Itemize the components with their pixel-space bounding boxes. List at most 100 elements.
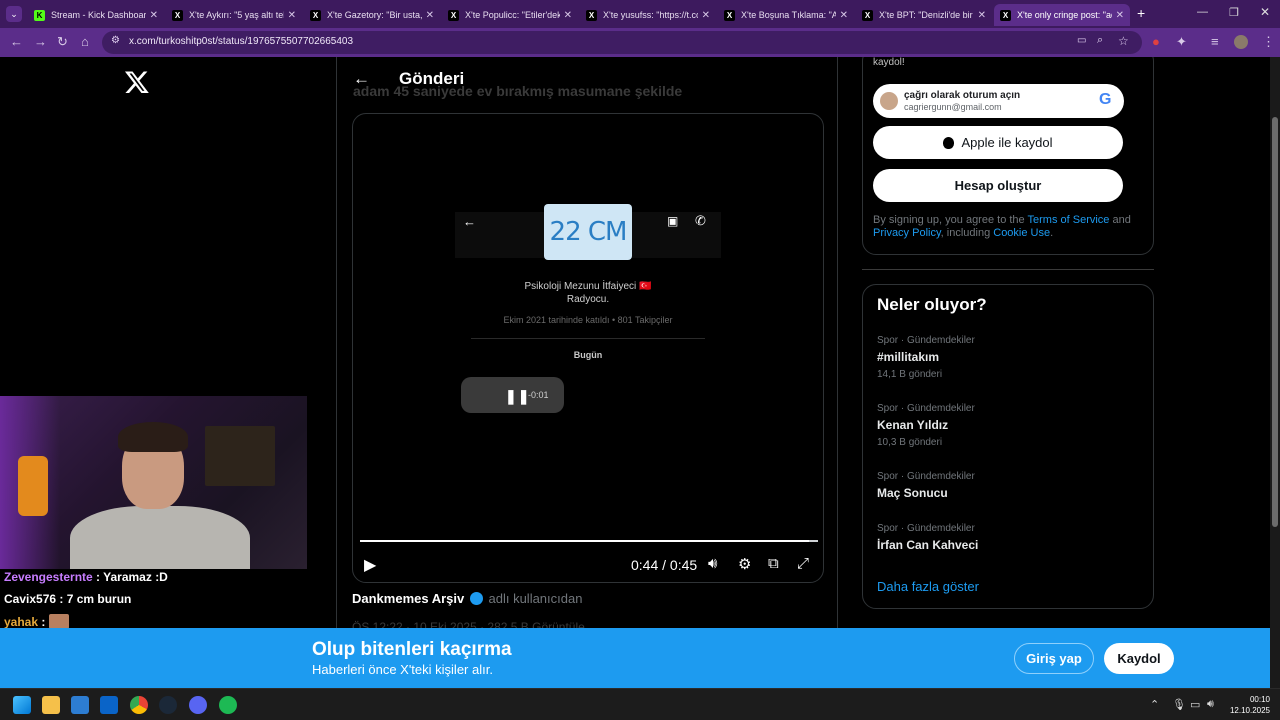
show-more-link[interactable]: Daha fazla göster [877, 579, 979, 594]
chrome-icon[interactable] [130, 696, 148, 714]
trend-item[interactable]: Spor · Gündemdekiler #millitakım 14,1 B … [877, 335, 1137, 380]
post-header: ← Gönderi [337, 57, 837, 101]
trend-item[interactable]: Spor · Gündemdekiler Maç Sonucu [877, 471, 1137, 500]
browser-tab[interactable]: X X'te only cringe post: "adı ✕ [994, 4, 1130, 26]
browser-tab[interactable]: X X'te Boşuna Tıklama: "App ✕ [718, 4, 854, 26]
maximize-button[interactable]: ❐ [1229, 6, 1239, 19]
frame-video-icon: ▣ [667, 214, 679, 228]
install-app-icon[interactable]: ▭ [1077, 35, 1086, 46]
profile-avatar[interactable] [1234, 35, 1248, 49]
site-info-icon[interactable]: ⚙ [111, 35, 120, 46]
browser-tab[interactable]: K Stream - Kick Dashboard ✕ [28, 4, 164, 26]
login-button[interactable]: Giriş yap [1014, 643, 1094, 674]
browser-tab[interactable]: X X'te BPT: "Denizli'de bir v ✕ [856, 4, 992, 26]
tab-search-dropdown[interactable]: ⌄ [6, 6, 22, 22]
post-column: adam 45 saniyede ev bırakmış masumane şe… [336, 57, 838, 688]
discord-icon[interactable] [189, 696, 207, 714]
zoom-icon[interactable]: ⌕ [1097, 34, 1103, 47]
tab-title: Stream - Kick Dashboard [51, 10, 146, 20]
chat-text: : 7 cm burun [56, 592, 132, 606]
url-text[interactable]: x.com/turkoshitp0st/status/1976575507702… [129, 36, 353, 47]
network-icon[interactable]: ▭ [1190, 698, 1200, 711]
outlook-icon[interactable] [100, 696, 118, 714]
chat-message: Cavix576 : 7 cm burun [4, 592, 131, 606]
trend-category: Spor · Gündemdekiler [877, 403, 975, 414]
signup-button[interactable]: Kaydol [1104, 643, 1174, 674]
tab-title: X'te BPT: "Denizli'de bir v [879, 10, 974, 20]
tab-close-icon[interactable]: ✕ [288, 10, 296, 21]
trend-item[interactable]: Spor · Gündemdekiler Kenan Yıldız 10,3 B… [877, 403, 1137, 448]
back-arrow-icon[interactable]: ← [353, 69, 370, 89]
video-player[interactable]: ← ▣ ✆ 22 CM Psikoloji Mezunu İtfaiyeci 🇹… [352, 113, 824, 583]
terms-mid1: and [1109, 214, 1131, 226]
play-icon[interactable]: ▶ [364, 555, 376, 575]
browser-tab[interactable]: X X'te Gazetory: "Bir usta, k ✕ [304, 4, 440, 26]
browser-tab[interactable]: X X'te yusufss: "https://t.co/ ✕ [580, 4, 716, 26]
tab-favicon-icon: X [448, 9, 459, 21]
cookie-use-link[interactable]: Cookie Use [993, 227, 1050, 239]
terms-of-service-link[interactable]: Terms of Service [1028, 214, 1110, 226]
tab-close-icon[interactable]: ✕ [702, 10, 710, 21]
spotify-icon[interactable] [219, 696, 237, 714]
fullscreen-icon[interactable]: ⤢ [797, 555, 809, 572]
extension-icon[interactable]: ● [1152, 34, 1160, 49]
extensions-puzzle-icon[interactable]: ✦ [1176, 34, 1187, 50]
home-icon[interactable]: ⌂ [81, 34, 89, 49]
frame-phone-icon: ✆ [695, 213, 706, 228]
privacy-policy-link[interactable]: Privacy Policy [873, 227, 941, 239]
bookmark-star-icon[interactable]: ☆ [1118, 34, 1129, 48]
steam-icon[interactable] [159, 696, 177, 714]
pip-icon[interactable]: ⧉ [768, 555, 779, 572]
trend-name: #millitakım [877, 350, 940, 364]
scrollbar-thumb[interactable] [1272, 117, 1278, 527]
taskbar-clock[interactable]: 00:10 12.10.2025 [1226, 694, 1270, 716]
page-scrollbar[interactable] [1270, 57, 1280, 688]
tab-close-icon[interactable]: ✕ [150, 10, 158, 21]
browser-tab[interactable]: X X'te Populicc: "Etiler'deki I ✕ [442, 4, 578, 26]
tab-close-icon[interactable]: ✕ [978, 10, 986, 21]
speaker-icon[interactable]: 🔊︎ [1207, 698, 1214, 711]
store-icon[interactable] [71, 696, 89, 714]
browser-tab[interactable]: X X'te Aykırı: "5 yaş altı tekv ✕ [166, 4, 302, 26]
trend-item[interactable]: Spor · Gündemdekiler İrfan Can Kahveci [877, 523, 1137, 552]
banner-subtitle: Haberleri önce X'teki kişiler alır. [312, 662, 493, 677]
x-logo-icon[interactable] [124, 69, 150, 95]
tray-overflow-icon[interactable]: ⌃ [1150, 698, 1159, 711]
browser-menu-icon[interactable]: ⋮ [1262, 34, 1275, 50]
windows-start-icon[interactable] [13, 696, 31, 714]
windows-taskbar: ⌃ 🎙︎ ▭ 🔊︎ 00:10 12.10.2025 [0, 688, 1280, 720]
video-time: 0:44 / 0:45 [631, 557, 698, 573]
back-icon[interactable]: ← [10, 34, 23, 49]
trend-category: Spor · Gündemdekiler [877, 523, 975, 534]
trend-posts: 14,1 B gönderi [877, 369, 943, 380]
create-account-button[interactable]: Hesap oluştur [873, 169, 1123, 202]
tab-close-icon[interactable]: ✕ [1116, 10, 1124, 21]
reload-icon[interactable]: ↻ [57, 34, 68, 50]
author-name[interactable]: Dankmemes Arşiv [352, 591, 464, 606]
tab-title: X'te Aykırı: "5 yaş altı tekv [189, 10, 284, 20]
terms-pre: By signing up, you agree to the [873, 214, 1028, 226]
divider [471, 338, 705, 339]
volume-icon[interactable]: 🔊︎ [708, 555, 717, 572]
file-explorer-icon[interactable] [42, 696, 60, 714]
chat-message: Zevengesternte : Yaramaz :D [4, 570, 168, 584]
apple-signup-button[interactable]: Apple ile kaydol [873, 126, 1123, 159]
create-account-label: Hesap oluştur [954, 178, 1042, 193]
tab-close-icon[interactable]: ✕ [564, 10, 572, 21]
trend-posts: 10,3 B gönderi [877, 437, 943, 448]
video-progress-bar[interactable] [360, 540, 818, 542]
author-suffix: adlı kullanıcıdan [488, 591, 583, 606]
address-bar[interactable]: ⚙ x.com/turkoshitp0st/status/19765755077… [102, 31, 1142, 54]
clock-time: 00:10 [1249, 695, 1270, 704]
tab-close-icon[interactable]: ✕ [840, 10, 848, 21]
tab-close-icon[interactable]: ✕ [426, 10, 434, 21]
close-window-button[interactable]: ✕ [1260, 5, 1270, 19]
new-tab-button[interactable]: + [1137, 5, 1145, 21]
minimize-button[interactable]: — [1197, 6, 1208, 18]
microphone-icon[interactable]: 🎙︎ [1172, 698, 1186, 711]
reading-list-icon[interactable]: ≡ [1211, 34, 1219, 49]
tab-favicon-icon: K [34, 9, 45, 21]
google-signin-button[interactable]: çağrı olarak oturum açın cagriergunn@gma… [873, 84, 1124, 118]
settings-gear-icon[interactable]: ⚙ [738, 555, 751, 573]
forward-icon[interactable]: → [34, 34, 47, 49]
